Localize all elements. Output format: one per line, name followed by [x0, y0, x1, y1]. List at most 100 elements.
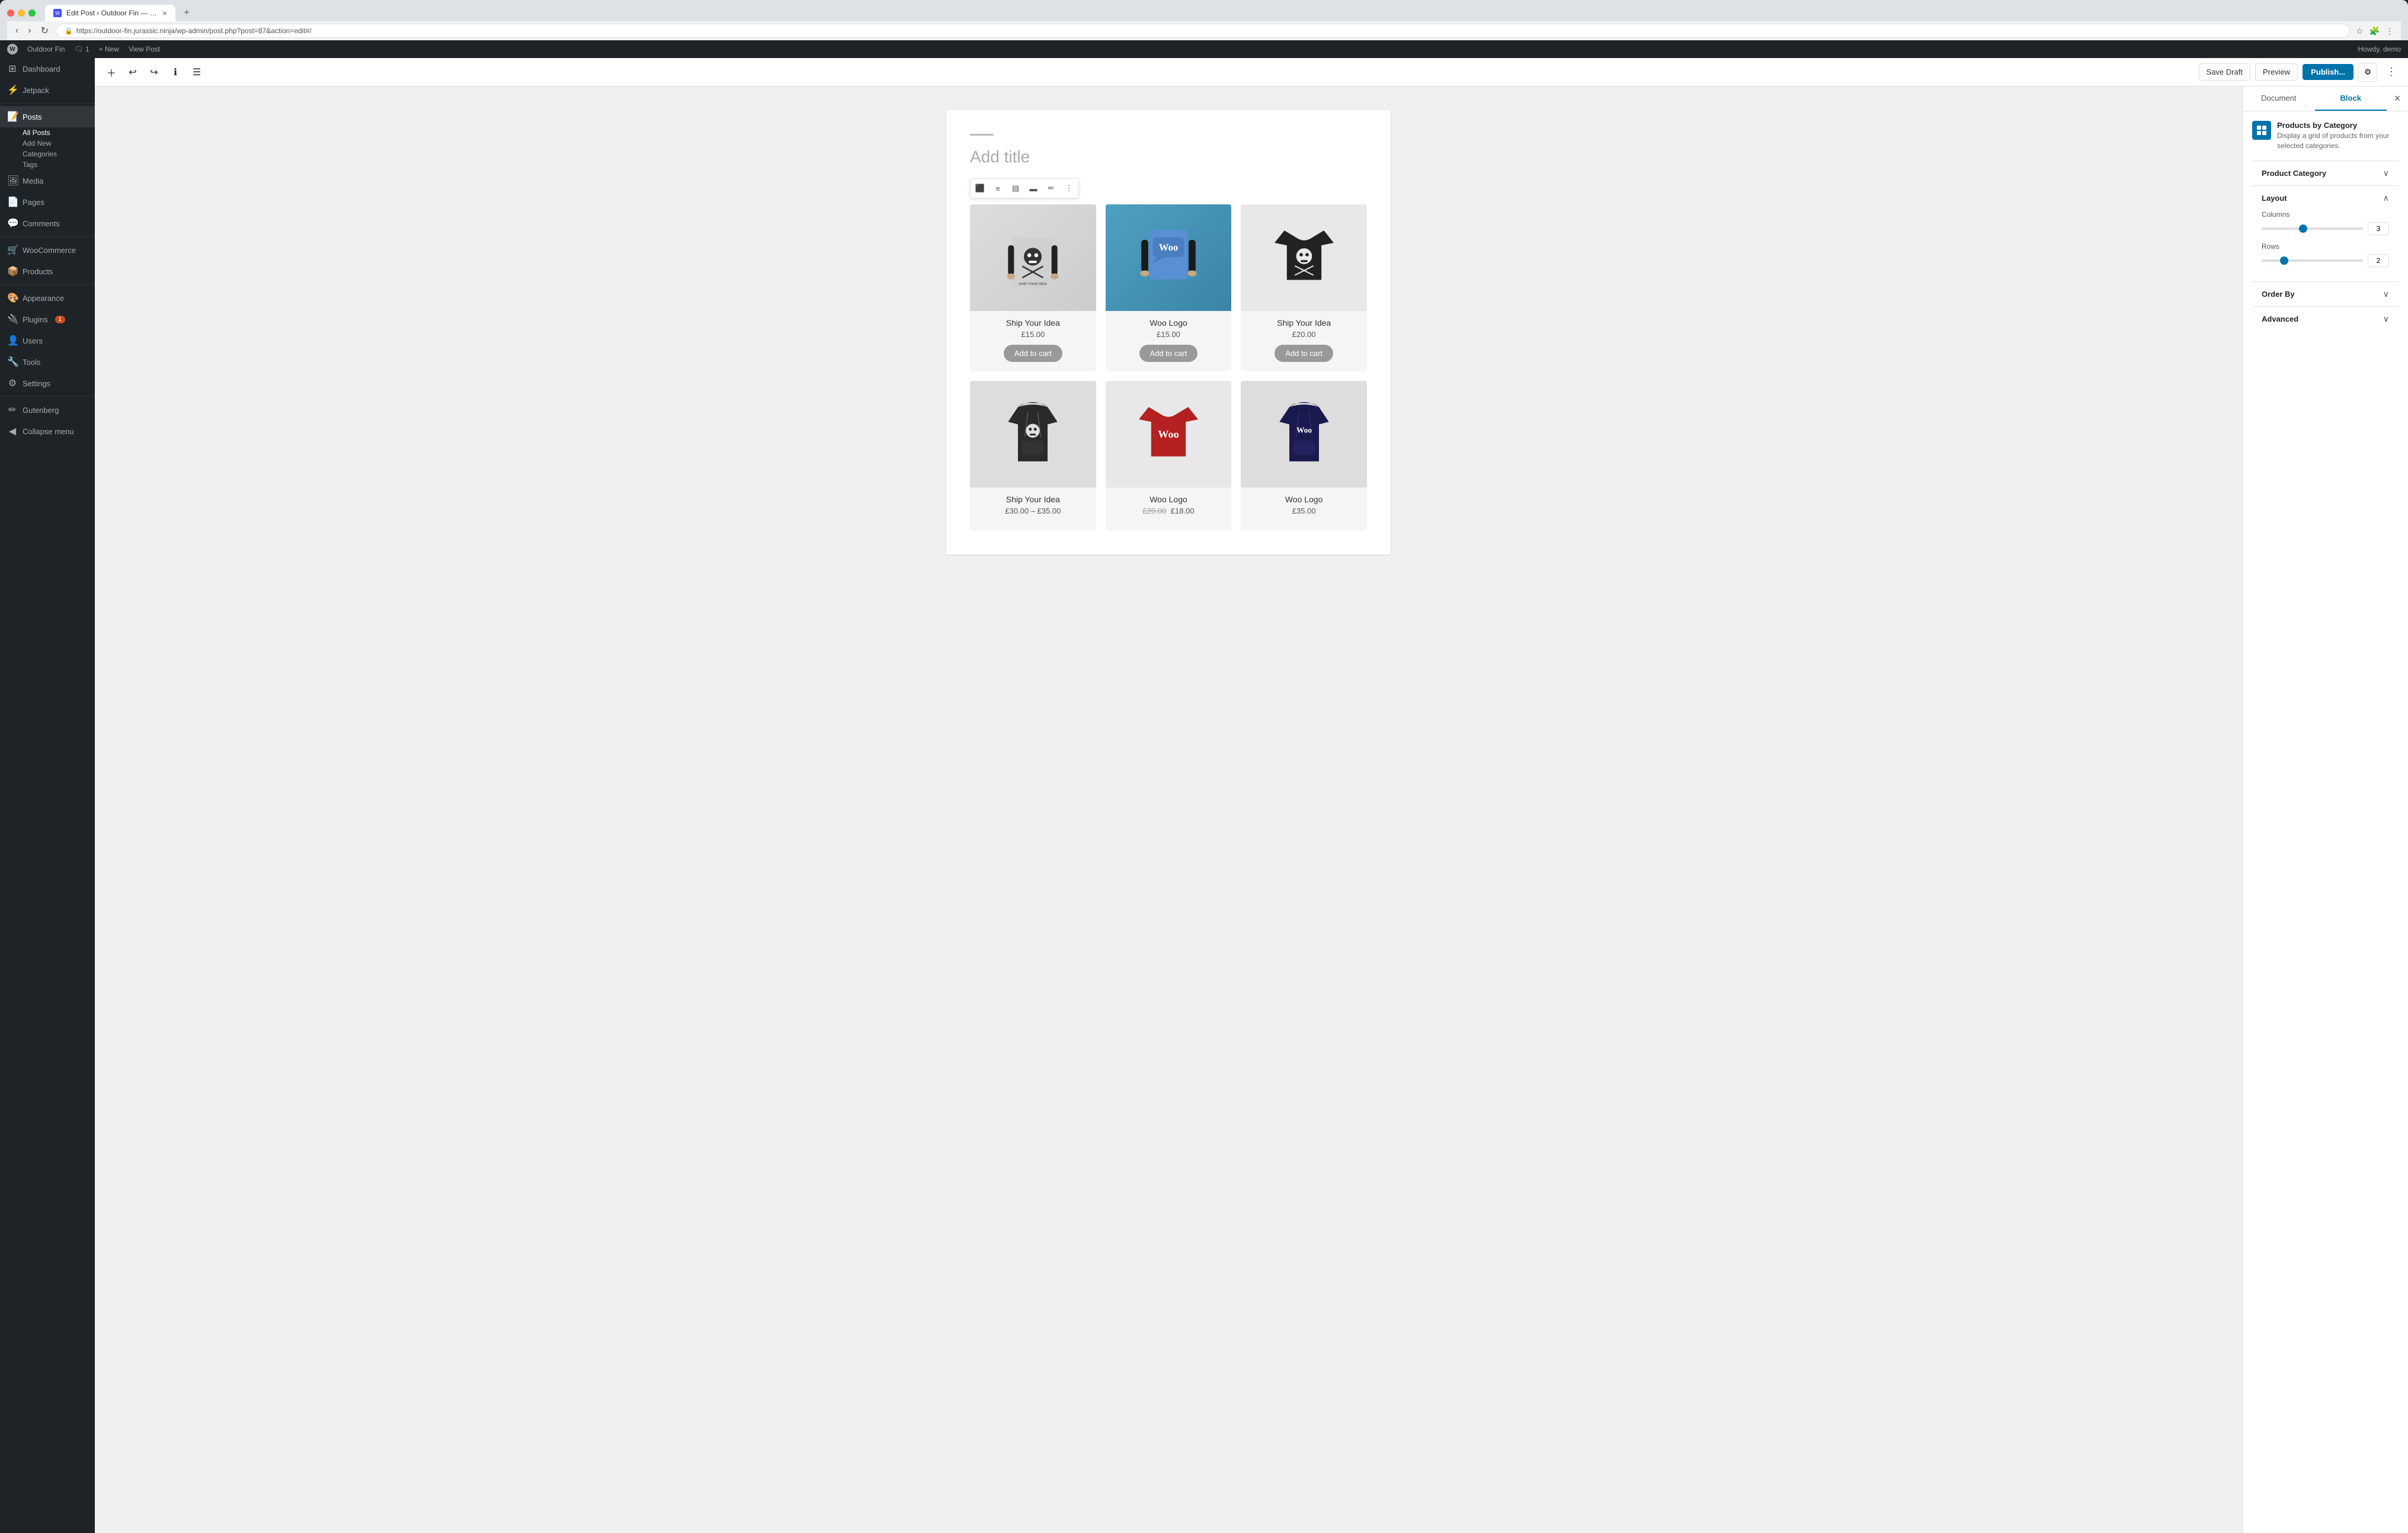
add-to-cart-2[interactable]: Add to cart [1139, 345, 1198, 362]
sidebar-item-comments[interactable]: 💬 Comments [0, 213, 95, 234]
block-info-text: Products by Category Display a grid of p… [2277, 121, 2399, 151]
settings-icon: ⚙ [7, 377, 18, 389]
more-icon[interactable]: ⋮ [2384, 25, 2395, 37]
product-name-4: Ship Your Idea [970, 495, 1096, 504]
address-bar[interactable]: 🔒 https://outdoor-fin.jurassic.ninja/wp-… [56, 24, 2350, 38]
align-left-btn[interactable]: ⬛ [972, 180, 988, 197]
product-card-1: SHIP YOUR IDEA [970, 204, 1096, 371]
sidebar-label-woocommerce: WooCommerce [23, 246, 76, 255]
new-tab-button[interactable]: + [179, 5, 194, 21]
tab-close-button[interactable]: × [162, 8, 167, 18]
publish-button[interactable]: Publish... [2303, 64, 2353, 80]
advanced-header[interactable]: Advanced ∨ [2252, 307, 2399, 331]
forward-button[interactable]: › [25, 24, 33, 37]
traffic-light-red[interactable] [7, 9, 14, 17]
order-by-header[interactable]: Order By ∨ [2252, 282, 2399, 306]
sidebar-item-products[interactable]: 📦 Products [0, 261, 95, 282]
product-image-3 [1241, 204, 1367, 311]
product-image-2: Woo [1106, 204, 1232, 311]
block-more-btn[interactable]: ⋮ [1061, 180, 1077, 197]
back-button[interactable]: ‹ [13, 24, 21, 37]
align-wide-btn[interactable]: ▬ [1025, 180, 1042, 197]
sidebar-sub-add-new[interactable]: Add New [0, 138, 95, 149]
post-title[interactable]: Add title [970, 147, 1367, 166]
product-name-2: Woo Logo [1106, 318, 1232, 328]
save-draft-button[interactable]: Save Draft [2199, 63, 2250, 81]
product-price-6: £35.00 [1241, 506, 1367, 515]
right-panel: Document Block × [2242, 86, 2408, 1533]
sidebar-sub-tags[interactable]: Tags [0, 159, 95, 170]
products-icon: 📦 [7, 265, 18, 277]
preview-button[interactable]: Preview [2255, 63, 2298, 81]
users-icon: 👤 [7, 335, 18, 347]
product-card-2: Woo Woo Logo £15.00 Add to cart [1106, 204, 1232, 371]
sidebar-item-appearance[interactable]: 🎨 Appearance [0, 287, 95, 309]
sidebar-item-tools[interactable]: 🔧 Tools [0, 351, 95, 373]
sidebar-label-dashboard: Dashboard [23, 65, 60, 73]
sidebar-item-dashboard[interactable]: ⊞ Dashboard [0, 58, 95, 79]
sidebar-label-tools: Tools [23, 358, 40, 367]
adminbar-view-post[interactable]: View Post [129, 45, 160, 53]
rows-slider[interactable] [2262, 259, 2363, 262]
jetpack-icon: ⚡ [7, 84, 18, 96]
browser-tab[interactable]: W Edit Post ‹ Outdoor Fin — Wo... × [45, 5, 175, 21]
product-category-section: Product Category ∨ [2252, 161, 2399, 185]
columns-value-input[interactable] [2368, 222, 2389, 235]
sidebar-item-settings[interactable]: ⚙ Settings [0, 373, 95, 394]
sidebar-item-users[interactable]: 👤 Users [0, 330, 95, 351]
align-right-btn[interactable]: ▤ [1007, 180, 1024, 197]
sidebar-item-media[interactable]: 🖼 Media [0, 170, 95, 191]
more-options-button[interactable]: ⋮ [2382, 63, 2401, 82]
sidebar-item-posts[interactable]: 📝 Posts [0, 106, 95, 127]
panel-close-button[interactable]: × [2387, 86, 2408, 111]
editor-content: Add title ⬛ ≡ ▤ ▬ ✏ ⋮ [95, 86, 2408, 1533]
sidebar-item-woocommerce[interactable]: 🛒 WooCommerce [0, 239, 95, 261]
sidebar-label-jetpack: Jetpack [23, 86, 49, 95]
block-tab[interactable]: Block [2315, 86, 2387, 111]
settings-toggle-button[interactable]: ⚙ [2358, 63, 2377, 82]
sidebar-item-gutenberg[interactable]: ✏ Gutenberg [0, 399, 95, 421]
layout-header[interactable]: Layout ∧ [2252, 186, 2399, 210]
sidebar-sub-categories[interactable]: Categories [0, 149, 95, 159]
svg-text:SHIP YOUR IDEA: SHIP YOUR IDEA [1019, 283, 1047, 286]
sidebar-item-jetpack[interactable]: ⚡ Jetpack [0, 79, 95, 101]
product-category-header[interactable]: Product Category ∨ [2252, 161, 2399, 185]
refresh-button[interactable]: ↻ [39, 24, 51, 38]
traffic-light-green[interactable] [28, 9, 36, 17]
adminbar-comments[interactable]: 🗨 1 [74, 45, 89, 53]
sidebar-item-collapse[interactable]: ◀ Collapse menu [0, 421, 95, 442]
sidebar-item-pages[interactable]: 📄 Pages [0, 191, 95, 213]
sidebar-item-plugins[interactable]: 🔌 Plugins 1 [0, 309, 95, 330]
advanced-title: Advanced [2262, 315, 2298, 323]
add-to-cart-3[interactable]: Add to cart [1275, 345, 1333, 362]
adminbar-new[interactable]: + New [99, 45, 119, 53]
align-center-btn[interactable]: ≡ [990, 180, 1006, 197]
rows-value-input[interactable] [2368, 254, 2389, 267]
sidebar-label-plugins: Plugins [23, 315, 48, 324]
add-block-button[interactable]: ＋ [102, 63, 121, 82]
appearance-icon: 🎨 [7, 292, 18, 304]
sidebar-sub-all-posts[interactable]: All Posts [0, 127, 95, 138]
editor-document[interactable]: Add title ⬛ ≡ ▤ ▬ ✏ ⋮ [946, 110, 1391, 554]
sidebar-label-posts: Posts [23, 113, 42, 121]
edit-btn[interactable]: ✏ [1043, 180, 1059, 197]
add-to-cart-1[interactable]: Add to cart [1004, 345, 1062, 362]
document-tab[interactable]: Document [2243, 86, 2315, 111]
block-info: Products by Category Display a grid of p… [2252, 121, 2399, 151]
columns-label: Columns [2262, 210, 2389, 219]
redo-button[interactable]: ↪ [145, 63, 164, 82]
adminbar-site-name[interactable]: Outdoor Fin [27, 45, 65, 53]
block-info-button[interactable]: ℹ [166, 63, 185, 82]
extension-icon[interactable]: 🧩 [2368, 25, 2381, 37]
list-view-button[interactable]: ☰ [187, 63, 206, 82]
columns-slider[interactable] [2262, 227, 2363, 230]
product-price-5: £20.00 £18.00 [1106, 506, 1232, 515]
rows-label: Rows [2262, 242, 2389, 251]
layout-chevron: ∧ [2383, 193, 2389, 203]
undo-button[interactable]: ↩ [123, 63, 142, 82]
wp-logo[interactable]: W [7, 44, 18, 54]
bookmark-icon[interactable]: ☆ [2355, 25, 2365, 37]
adminbar-howdy[interactable]: Howdy, demo [2358, 45, 2401, 53]
traffic-light-yellow[interactable] [18, 9, 25, 17]
panel-tabs: Document Block × [2243, 86, 2408, 111]
